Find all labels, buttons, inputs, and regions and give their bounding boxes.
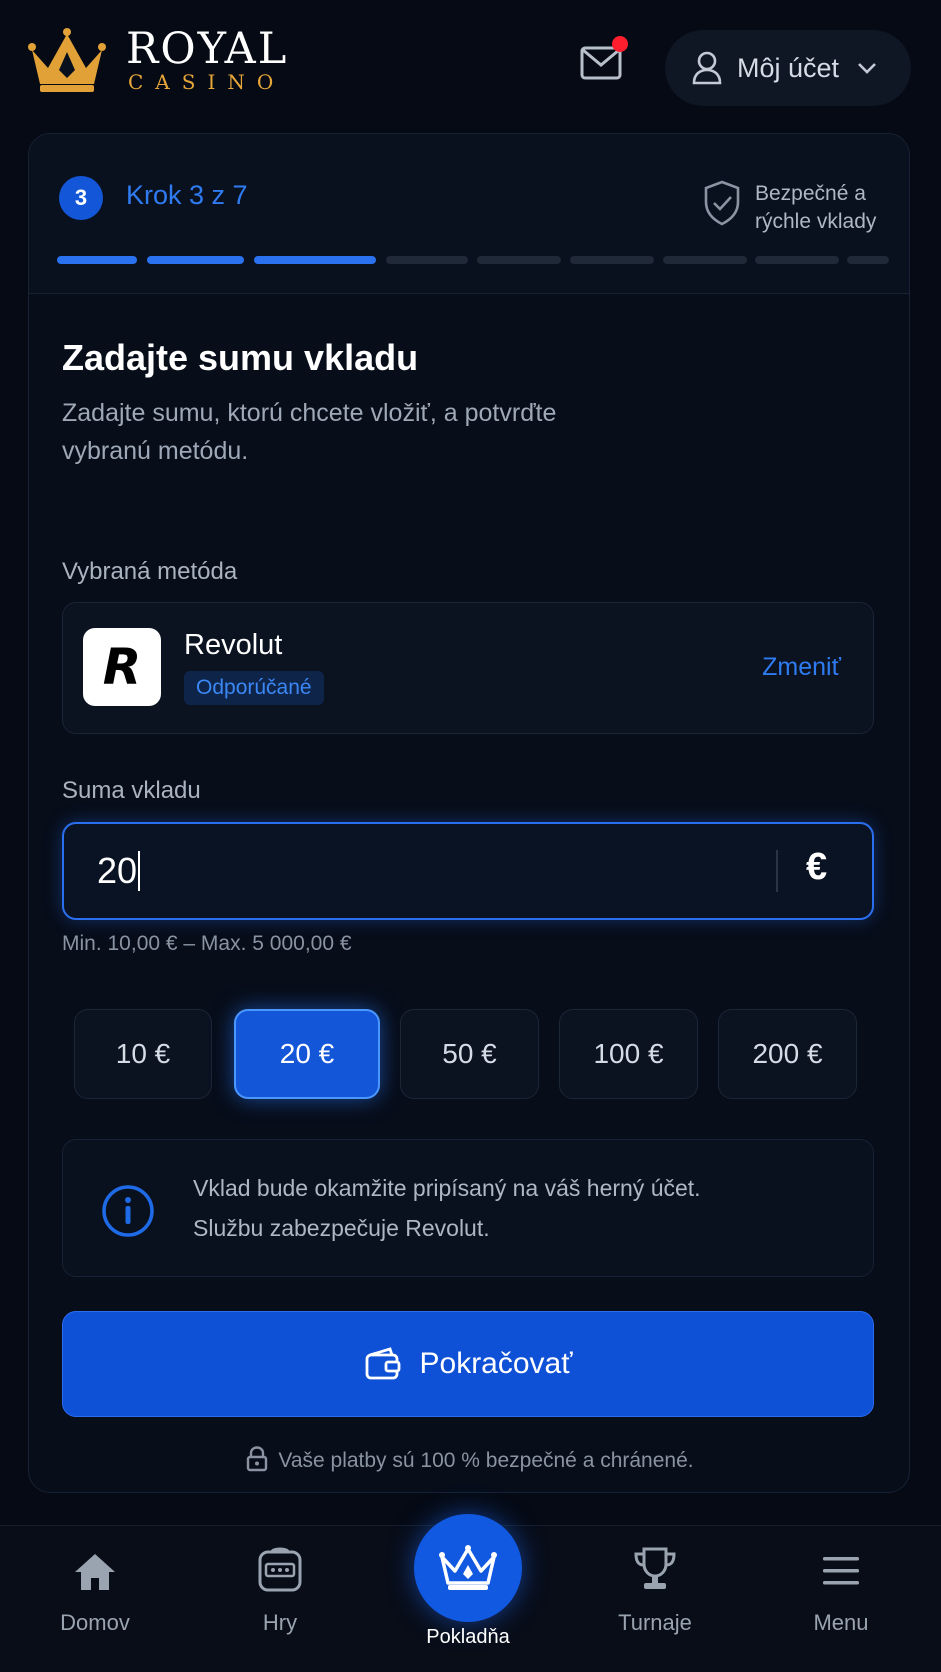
amount-input[interactable]: 20 € (62, 822, 874, 920)
continue-label: Pokračovať (419, 1347, 573, 1380)
nav-menu[interactable]: Menu (766, 1526, 916, 1672)
text-caret (138, 851, 141, 892)
change-method-link[interactable]: Zmeniť (762, 653, 841, 682)
bottom-navigation: Domov Hry Pokladňa Turnaje Menu (0, 1514, 941, 1672)
method-name: Revolut (184, 629, 283, 661)
continue-button[interactable]: Pokračovať (62, 1311, 874, 1417)
nav-home-label: Domov (60, 1610, 130, 1635)
nav-cashier[interactable]: Pokladňa (393, 1626, 543, 1649)
secure-payment-note: Vaše platby sú 100 % bezpečné a chránené… (29, 1446, 909, 1473)
quick-amount-200[interactable]: 200 € (718, 1009, 857, 1099)
step-label: Krok 3 z 7 (126, 180, 248, 210)
step-indicator: 3 Krok 3 z 7 Bezpečné a rýchle vklady (29, 134, 909, 294)
amount-input-value[interactable]: 20 (97, 850, 141, 892)
method-label: Vybraná metóda (62, 558, 238, 585)
messages-button[interactable] (580, 36, 628, 86)
nav-games-label: Hry (262, 1610, 298, 1635)
amount-text: 20 (97, 850, 138, 891)
nav-home[interactable]: Domov (20, 1526, 170, 1672)
hamburger-menu-icon (823, 1557, 859, 1585)
progress-segment (147, 256, 244, 264)
progress-segment (477, 256, 561, 264)
shield-check-icon (704, 180, 740, 226)
page-subtitle: Zadajte sumu, ktorú chcete vložiť, a pot… (62, 399, 557, 465)
selected-payment-method: R Revolut Odporúčané Zmeniť (62, 602, 874, 734)
quick-amount-10[interactable]: 10 € (74, 1009, 212, 1099)
currency-symbol: € (806, 846, 828, 888)
step-number-badge: 3 (59, 176, 103, 220)
quick-amount-20-selected[interactable]: 20 € (234, 1009, 380, 1099)
progress-segment (847, 256, 889, 264)
progress-segment (386, 256, 468, 264)
info-box: Vklad bude okamžite pripísaný na váš her… (62, 1139, 874, 1277)
progress-segment (663, 256, 747, 264)
nav-games[interactable]: Hry (205, 1526, 355, 1672)
nav-cashier-label: Pokladňa (426, 1626, 510, 1648)
quick-amount-50[interactable]: 50 € (400, 1009, 539, 1099)
info-icon (102, 1185, 154, 1237)
progress-segment (254, 256, 376, 264)
wallet-icon (365, 1347, 400, 1380)
recommended-badge: Odporúčané (184, 671, 324, 705)
nav-tournaments-label: Turnaje (618, 1610, 692, 1635)
input-divider (776, 850, 778, 892)
lock-icon (247, 1446, 268, 1472)
revolut-logo-icon: R (83, 628, 161, 706)
step-progress-bar (57, 256, 889, 264)
logo-royal-text: ROYAL (126, 24, 289, 74)
notification-dot (612, 36, 628, 52)
amount-label: Suma vkladu (62, 777, 201, 804)
nav-cashier-button[interactable] (414, 1514, 522, 1622)
progress-segment (755, 256, 839, 264)
royal-casino-logo[interactable]: ROYAL CASINO (28, 28, 288, 94)
info-line-2: Službu zabezpečuje Revolut. (193, 1215, 490, 1241)
user-icon (692, 51, 722, 85)
page-title: Zadajte sumu vkladu (62, 337, 419, 378)
nav-tournaments[interactable]: Turnaje (580, 1526, 730, 1672)
deposit-card: 3 Krok 3 z 7 Bezpečné a rýchle vklady Za… (28, 133, 910, 1493)
nav-menu-label: Menu (813, 1610, 869, 1635)
slot-machine-icon (258, 1547, 302, 1592)
amount-limits: Min. 10,00 € – Max. 5 000,00 € (62, 932, 352, 955)
crown-icon (439, 1545, 497, 1590)
info-line-1: Vklad bude okamžite pripísaný na váš her… (193, 1175, 701, 1201)
crown-logo-icon (28, 28, 106, 92)
home-icon (75, 1554, 115, 1590)
account-menu-button[interactable]: Môj účet (665, 30, 911, 106)
secure-deposits-text: Bezpečné a rýchle vklady (755, 182, 877, 233)
chevron-down-icon (858, 63, 876, 74)
progress-segment (57, 256, 137, 264)
logo-casino-text: CASINO (128, 70, 286, 94)
progress-segment (570, 256, 654, 264)
app-header: ROYAL CASINO Môj účet (0, 0, 941, 130)
secure-deposits-badge: Bezpečné a rýchle vklady (703, 180, 895, 236)
quick-amount-100[interactable]: 100 € (559, 1009, 698, 1099)
secure-note-text: Vaše platby sú 100 % bezpečné a chránené… (278, 1449, 694, 1472)
trophy-icon (634, 1547, 676, 1589)
account-label: Môj účet (737, 52, 840, 83)
